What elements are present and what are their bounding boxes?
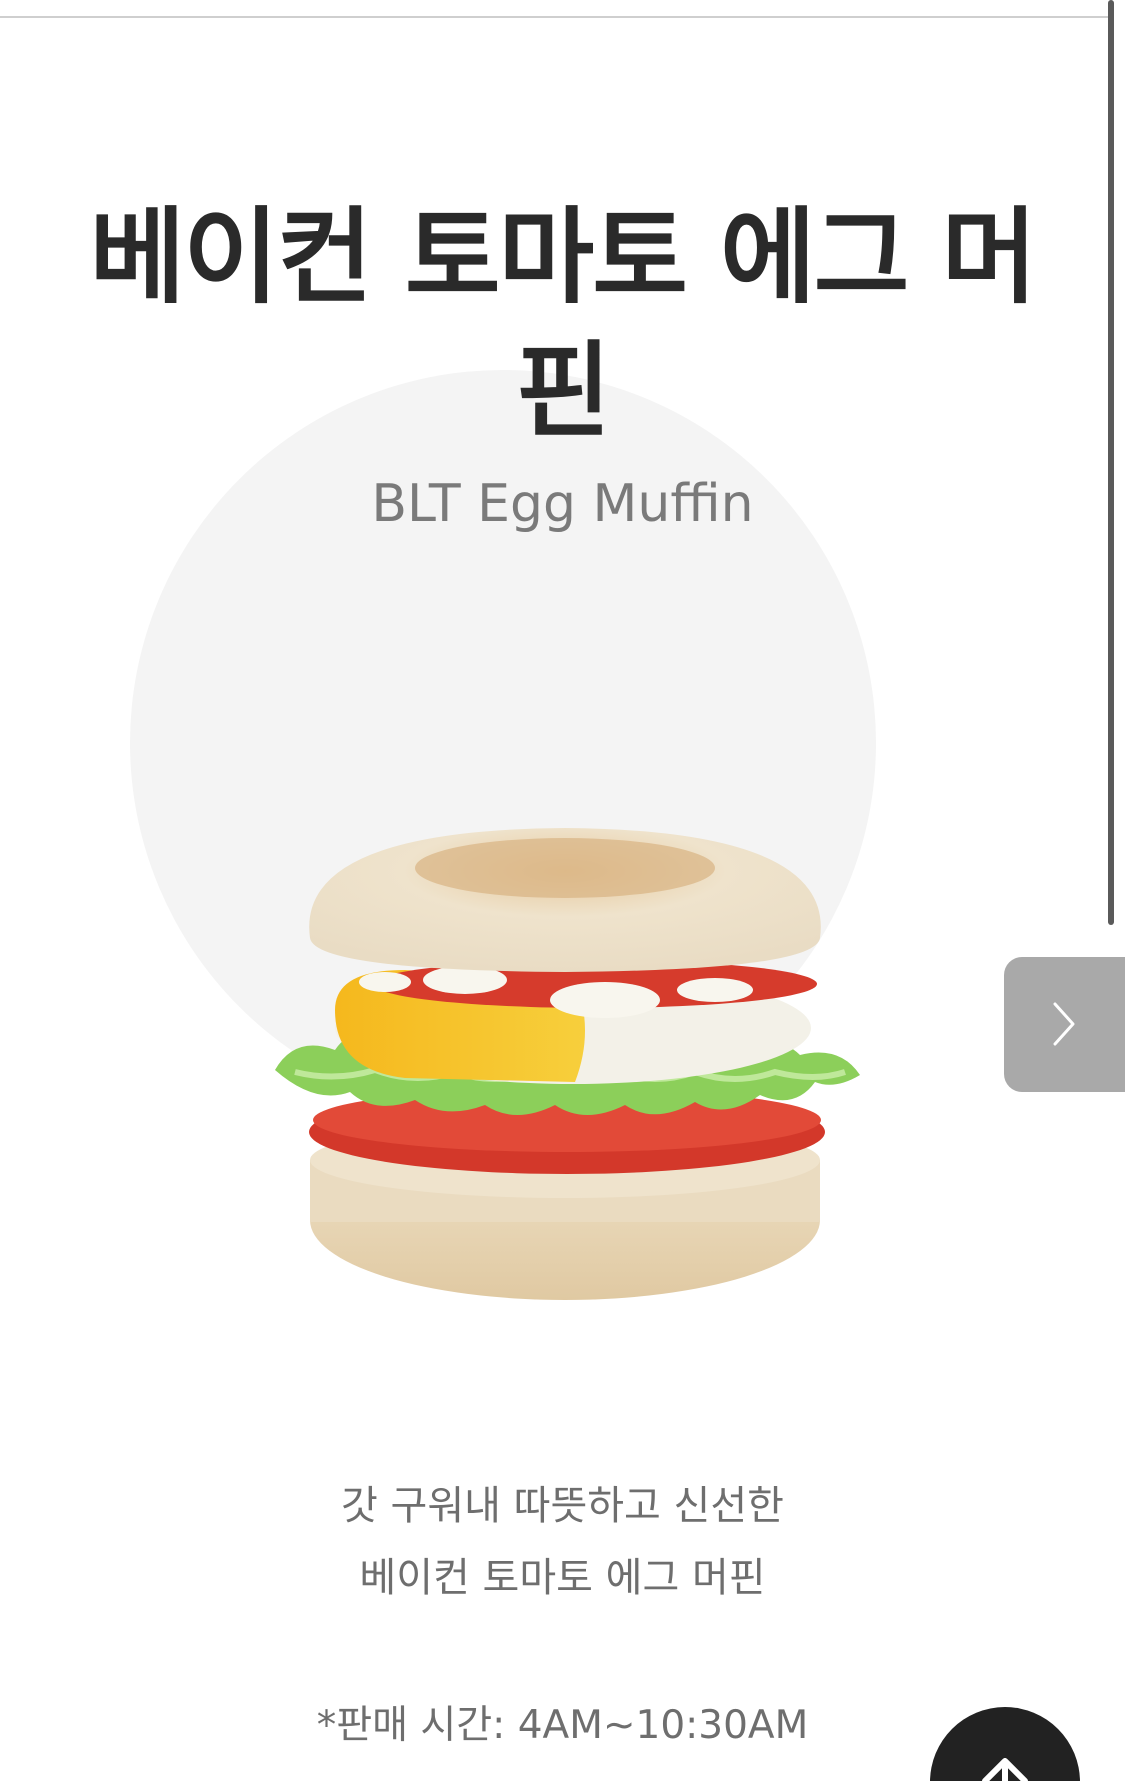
scrollbar-thumb[interactable] (1108, 0, 1114, 925)
product-english-name: BLT Egg Muffin (371, 474, 754, 534)
description-line: 갓 구워내 따뜻하고 신선한 (341, 1483, 784, 1529)
product-title: 베이컨 토마토 에그 머핀 (89, 196, 1038, 452)
product-description: 갓 구워내 따뜻하고 신선한 베이컨 토마토 에그 머핀 (0, 1470, 1125, 1614)
chevron-right-icon (1053, 1002, 1075, 1046)
next-product-button[interactable] (1004, 957, 1125, 1092)
arrow-up-icon (982, 1758, 1028, 1781)
product-detail-page: 베이컨 토마토 에그 머핀 BLT Egg Muffin 갓 구워내 따뜻하고 … (0, 0, 1125, 1781)
top-divider (0, 16, 1110, 18)
product-image (275, 828, 860, 1300)
description-line: 베이컨 토마토 에그 머핀 (359, 1555, 766, 1601)
